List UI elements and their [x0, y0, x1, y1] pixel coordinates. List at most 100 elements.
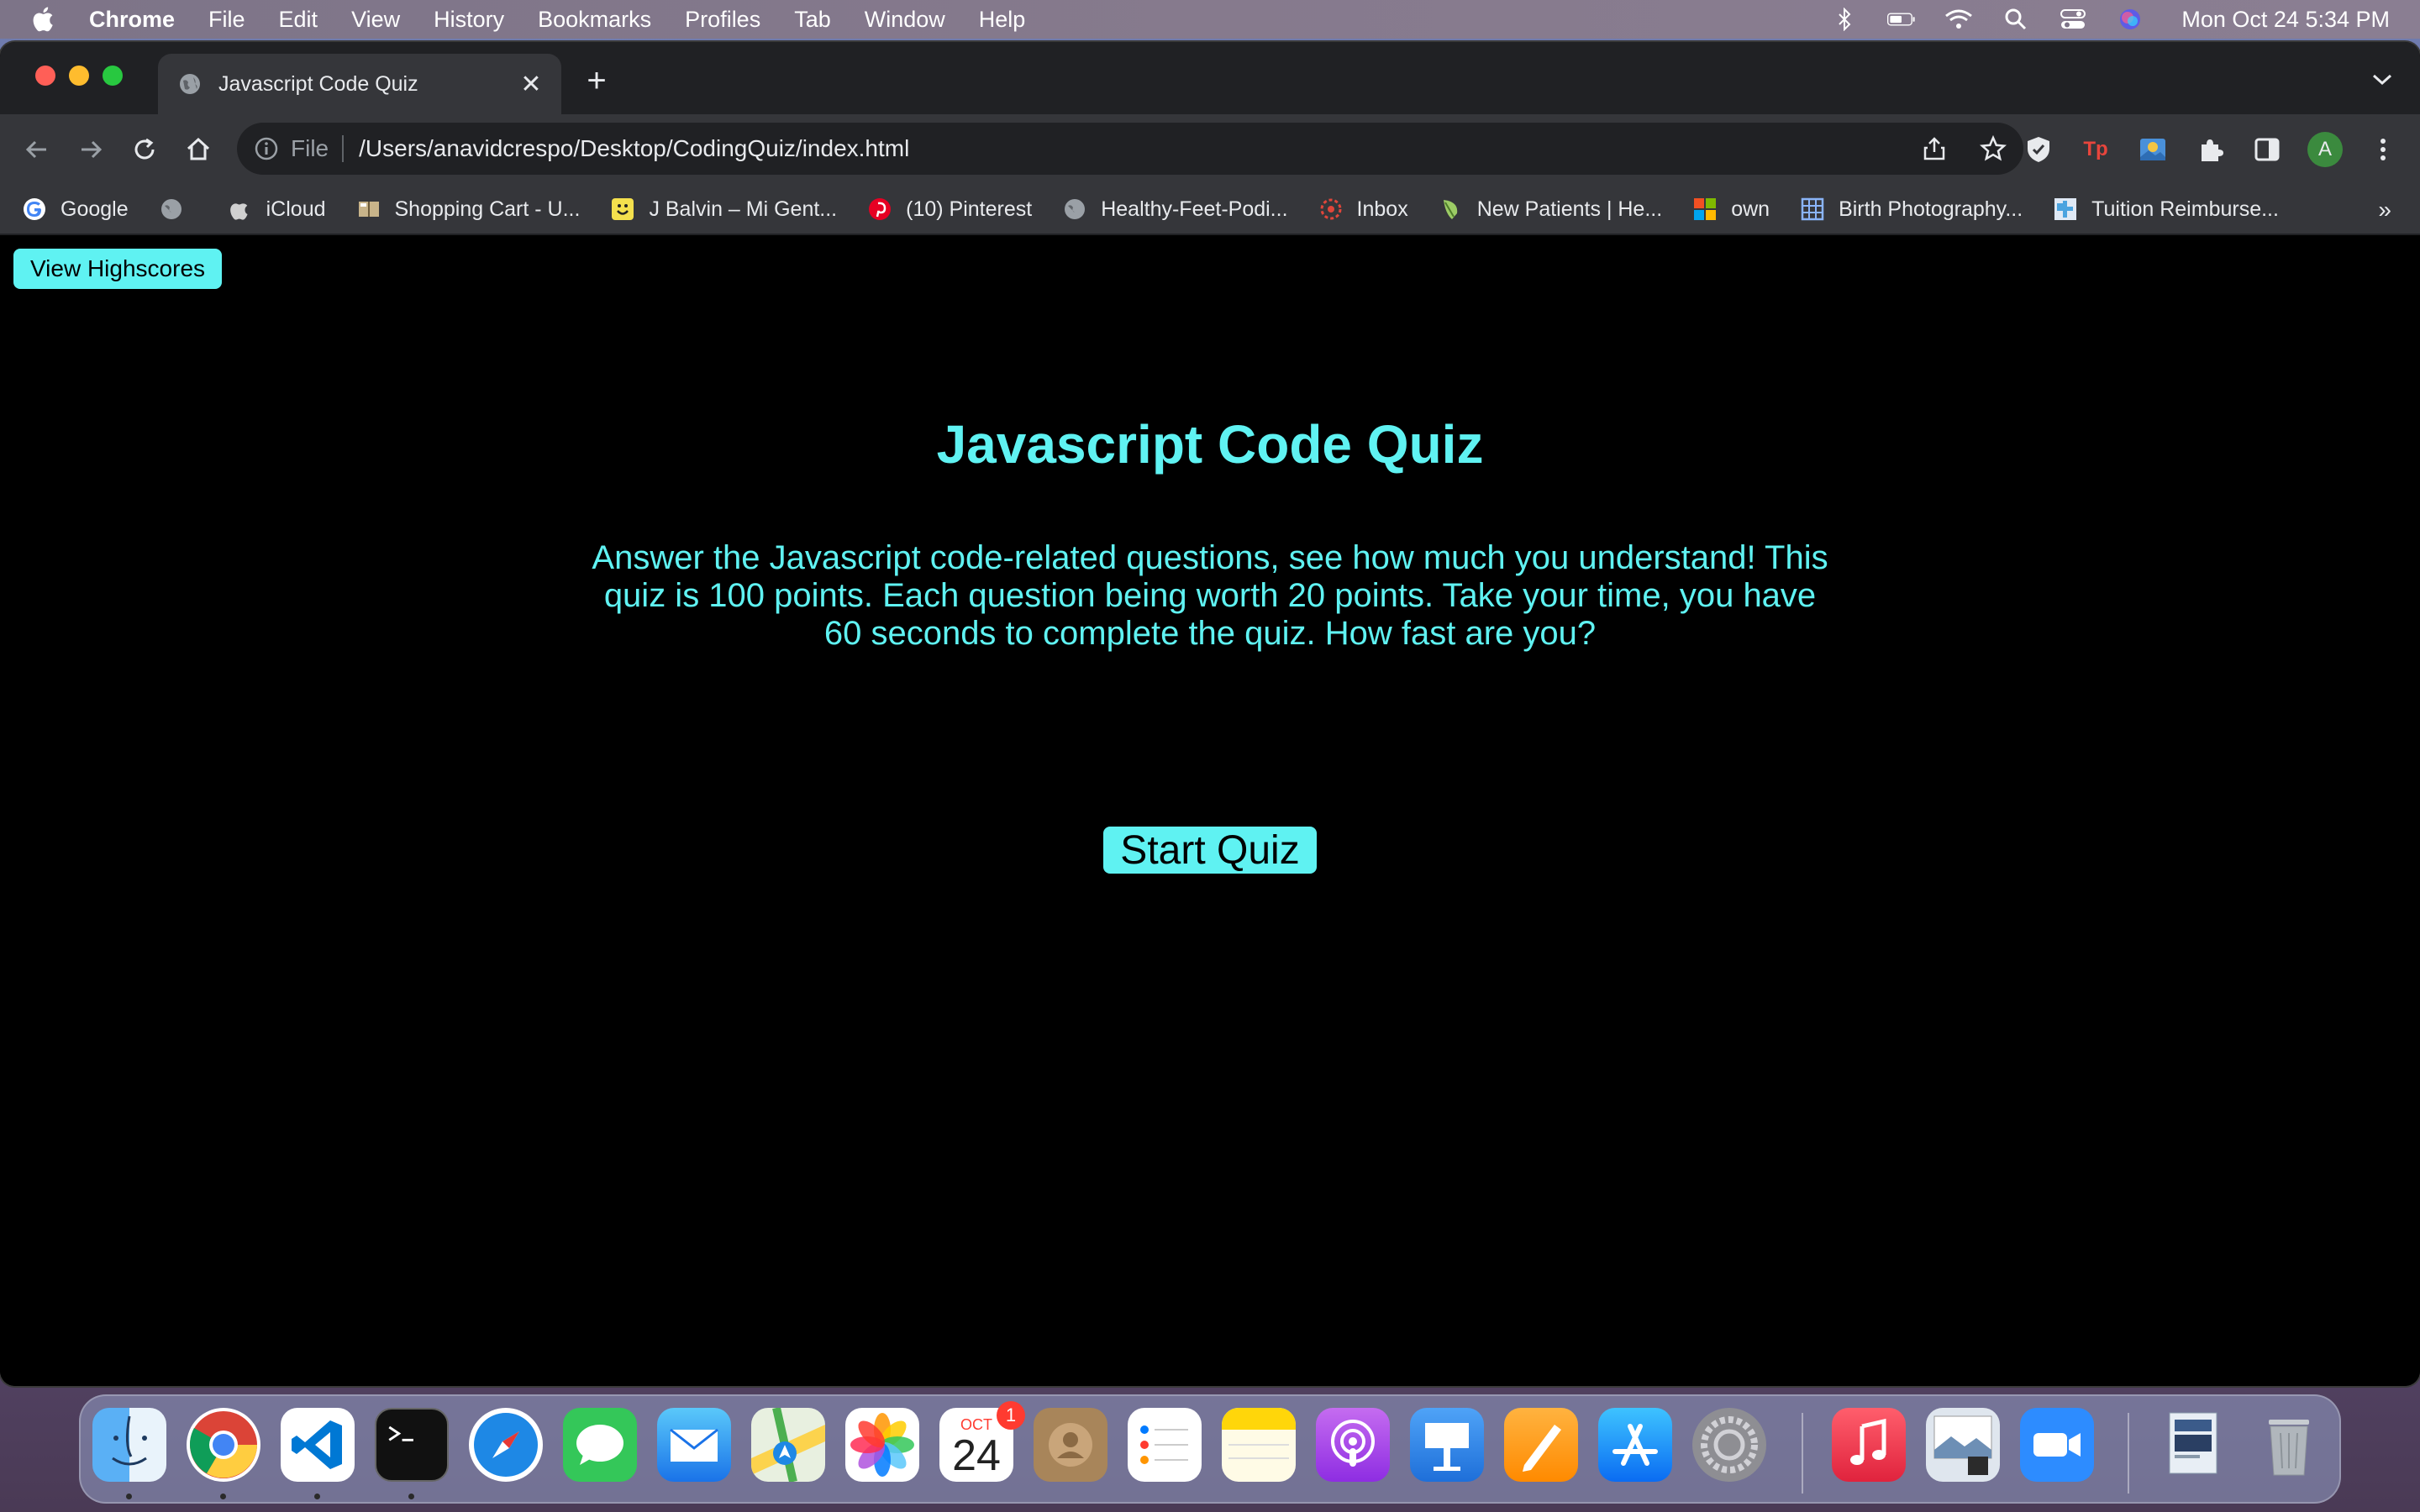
- bookmark-icloud[interactable]: iCloud: [228, 197, 326, 222]
- back-arrow-icon[interactable]: [18, 131, 55, 168]
- photo-extension-icon[interactable]: [2136, 133, 2170, 166]
- tab-active[interactable]: Javascript Code Quiz ✕: [158, 54, 561, 114]
- tab-search-chevron-icon[interactable]: [2368, 66, 2396, 94]
- bookmark-google[interactable]: Google: [22, 197, 129, 222]
- running-indicator: [220, 1494, 226, 1499]
- tab-strip: Javascript Code Quiz ✕ +: [0, 42, 2420, 114]
- siri-icon[interactable]: [2116, 7, 2144, 32]
- menu-history[interactable]: History: [434, 7, 504, 33]
- puzzle-extensions-icon[interactable]: [2193, 133, 2227, 166]
- bookmark-star-icon[interactable]: [1980, 135, 2007, 162]
- grid-icon: [1801, 197, 1824, 221]
- bookmark-j-balvin[interactable]: J Balvin – Mi Gent...: [610, 197, 837, 222]
- menu-help[interactable]: Help: [979, 7, 1026, 33]
- trash-icon[interactable]: [2252, 1408, 2326, 1482]
- browser-toolbar: File /Users/anavidcrespo/Desktop/CodingQ…: [0, 114, 2420, 185]
- bluetooth-icon[interactable]: [1830, 7, 1859, 32]
- pages-icon[interactable]: [1504, 1408, 1578, 1482]
- preview-icon[interactable]: [1926, 1408, 2000, 1482]
- kebab-menu-icon[interactable]: [2366, 133, 2400, 166]
- inbox-icon: [1320, 198, 1342, 220]
- control-center-icon[interactable]: [2059, 7, 2087, 32]
- bookmark-label: (10) Pinterest: [906, 197, 1033, 221]
- bookmark-label: Birth Photography...: [1839, 197, 2023, 221]
- bookmark-globe[interactable]: [159, 197, 197, 222]
- bookmarks-overflow-icon[interactable]: »: [2378, 197, 2391, 223]
- bookmark-pinterest[interactable]: (10) Pinterest: [867, 197, 1032, 222]
- bookmark-own[interactable]: own: [1692, 197, 1770, 222]
- mail-icon[interactable]: [657, 1408, 731, 1482]
- calendar-day: 24: [952, 1431, 1001, 1480]
- finder-icon[interactable]: [92, 1408, 166, 1482]
- bookmark-new-patients[interactable]: New Patients | He...: [1439, 197, 1662, 222]
- bookmarks-bar: Google iCloud Shopping Cart - U... J Bal…: [0, 185, 2420, 235]
- reading-list-icon[interactable]: [2250, 133, 2284, 166]
- apple-menu-icon[interactable]: [30, 5, 59, 34]
- bookmark-tuition[interactable]: Tuition Reimburse...: [2053, 197, 2279, 222]
- wifi-icon[interactable]: [1944, 7, 1973, 32]
- chrome-icon[interactable]: [187, 1408, 260, 1482]
- smiley-icon: [612, 198, 634, 220]
- battery-icon[interactable]: [1887, 7, 1916, 32]
- reminders-icon[interactable]: [1128, 1408, 1202, 1482]
- view-highscores-button[interactable]: View Highscores: [13, 249, 223, 289]
- menu-edit[interactable]: Edit: [279, 7, 318, 33]
- share-icon[interactable]: [1923, 136, 1946, 161]
- bookmark-label: own: [1731, 197, 1770, 221]
- globe-icon: [1065, 199, 1086, 219]
- music-icon[interactable]: [1832, 1408, 1906, 1482]
- extensions-area: Tp A: [2022, 131, 2400, 168]
- tab-close-icon[interactable]: ✕: [514, 67, 548, 101]
- messages-icon[interactable]: [563, 1408, 637, 1482]
- url-text[interactable]: /Users/anavidcrespo/Desktop/CodingQuiz/i…: [359, 135, 909, 162]
- menubar-clock[interactable]: Mon Oct 24 5:34 PM: [2181, 7, 2390, 33]
- home-icon[interactable]: [180, 131, 217, 168]
- window-minimize-button[interactable]: [69, 66, 89, 86]
- menu-view[interactable]: View: [351, 7, 400, 33]
- vscode-icon[interactable]: [281, 1408, 355, 1482]
- bookmark-shopping-cart[interactable]: Shopping Cart - U...: [356, 197, 580, 222]
- info-icon[interactable]: [254, 136, 279, 161]
- safari-icon[interactable]: [469, 1408, 543, 1482]
- menu-file[interactable]: File: [208, 7, 245, 33]
- podcasts-icon[interactable]: [1316, 1408, 1390, 1482]
- reload-icon[interactable]: [126, 131, 163, 168]
- shield-extension-icon[interactable]: [2022, 133, 2055, 166]
- menu-bookmarks[interactable]: Bookmarks: [538, 7, 651, 33]
- page-title: Javascript Code Quiz: [936, 414, 1484, 475]
- spotlight-search-icon[interactable]: [2002, 7, 2030, 32]
- bookmark-inbox[interactable]: Inbox: [1318, 197, 1408, 222]
- menu-window[interactable]: Window: [865, 7, 945, 33]
- calendar-badge: 1: [997, 1401, 1025, 1430]
- contacts-icon[interactable]: [1034, 1408, 1107, 1482]
- keynote-icon[interactable]: [1410, 1408, 1484, 1482]
- book-icon: [358, 202, 379, 217]
- photos-icon[interactable]: [845, 1408, 919, 1482]
- window-close-button[interactable]: [35, 66, 55, 86]
- bookmark-birth-photography[interactable]: Birth Photography...: [1800, 197, 2023, 222]
- url-scheme-label: File: [291, 135, 329, 161]
- bookmark-label: Google: [60, 197, 129, 221]
- menu-tab[interactable]: Tab: [794, 7, 831, 33]
- system-preferences-icon[interactable]: [1692, 1408, 1766, 1482]
- zoom-icon[interactable]: [2020, 1408, 2094, 1482]
- bookmark-healthy-feet[interactable]: Healthy-Feet-Podi...: [1062, 197, 1288, 222]
- profile-avatar[interactable]: A: [2307, 132, 2343, 167]
- forward-arrow-icon[interactable]: [72, 131, 109, 168]
- menu-app-name[interactable]: Chrome: [89, 7, 175, 33]
- terminal-icon[interactable]: [375, 1408, 449, 1482]
- new-tab-button[interactable]: +: [580, 62, 613, 99]
- globe-icon: [160, 199, 182, 219]
- notes-icon[interactable]: [1222, 1408, 1296, 1482]
- maps-icon[interactable]: [751, 1408, 825, 1482]
- app-store-icon[interactable]: [1598, 1408, 1672, 1482]
- menu-profiles[interactable]: Profiles: [685, 7, 760, 33]
- menu-bar: Chrome File Edit View History Bookmarks …: [0, 0, 2420, 39]
- start-quiz-button[interactable]: Start Quiz: [1103, 827, 1317, 874]
- tp-extension-icon[interactable]: Tp: [2079, 133, 2112, 166]
- page-content: View Highscores Javascript Code Quiz Ans…: [0, 237, 2420, 1386]
- address-bar[interactable]: File /Users/anavidcrespo/Desktop/CodingQ…: [237, 123, 2023, 175]
- window-maximize-button[interactable]: [103, 66, 123, 86]
- status-area: Mon Oct 24 5:34 PM: [1830, 0, 2390, 39]
- downloads-stack-icon[interactable]: [2158, 1408, 2232, 1482]
